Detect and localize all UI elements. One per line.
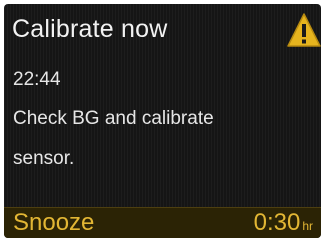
alert-title: Calibrate now	[12, 15, 168, 43]
snooze-button[interactable]: Snooze	[13, 209, 94, 237]
warning-triangle-icon	[287, 13, 321, 47]
device-bezel: Calibrate now 22:44 Check BG and calibra…	[0, 0, 329, 244]
softkey-bar: Snooze 0:30 hr	[4, 207, 321, 238]
snooze-duration[interactable]: 0:30 hr	[254, 209, 313, 237]
alert-message-line-1: Check BG and calibrate	[13, 108, 214, 129]
alert-message: Check BG and calibrate sensor.	[13, 99, 313, 179]
alert-message-line-2: sensor.	[13, 148, 75, 169]
alert-time: 22:44	[13, 69, 61, 90]
snooze-duration-value: 0:30	[253, 209, 301, 236]
snooze-duration-unit: hr	[302, 219, 313, 233]
device-screen: Calibrate now 22:44 Check BG and calibra…	[4, 4, 321, 238]
